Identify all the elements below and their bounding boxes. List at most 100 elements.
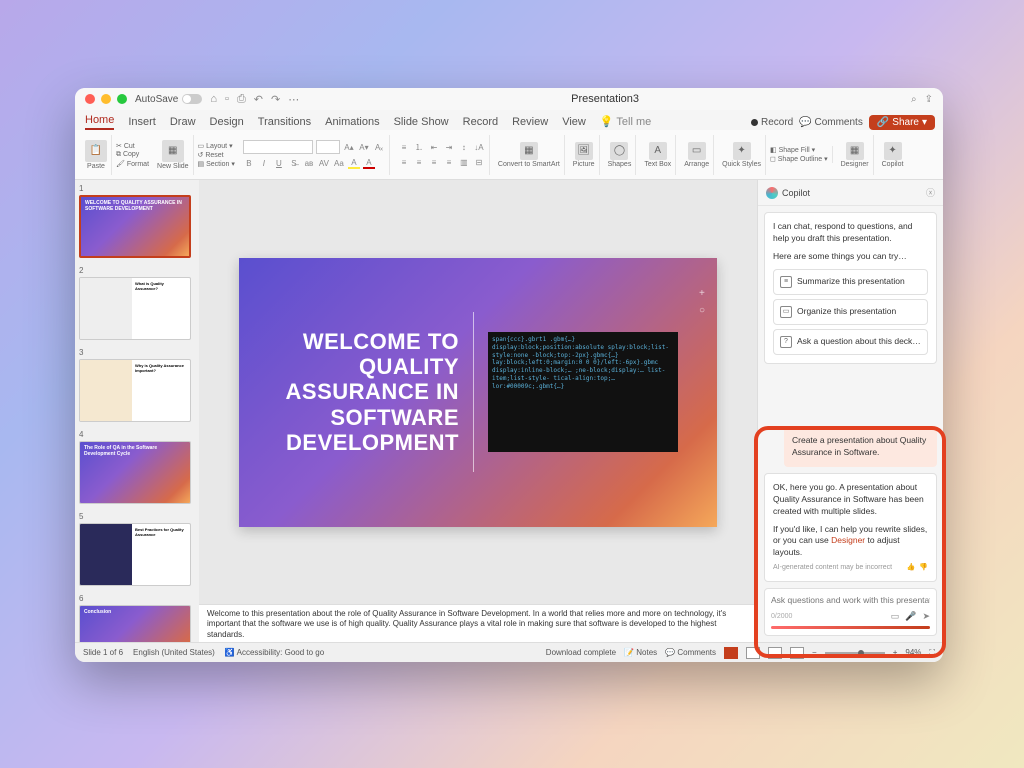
underline-icon[interactable]: U (273, 157, 285, 169)
thumbnail-slide-1[interactable]: WELCOME TO QUALITY ASSURANCE IN SOFTWARE… (79, 195, 191, 258)
copilot-close-icon[interactable]: ⓧ (926, 186, 935, 199)
copy-button[interactable]: ⧉ Copy (116, 151, 149, 159)
copilot-suggest-organize[interactable]: ▭Organize this presentation (773, 299, 928, 325)
indent-inc-icon[interactable]: ⇥ (443, 141, 455, 153)
bold-icon[interactable]: B (243, 157, 255, 169)
align-center-icon[interactable]: ≡ (413, 156, 425, 168)
fit-window-icon[interactable]: ⛶ (929, 648, 935, 658)
case-icon[interactable]: Aa (333, 157, 345, 169)
tab-draw[interactable]: Draw (170, 116, 196, 130)
thumbs-up-icon[interactable]: 👍 (907, 563, 916, 573)
tab-insert[interactable]: Insert (128, 116, 156, 130)
comments-button[interactable]: 💬 Comments (799, 117, 863, 128)
slide-code-image[interactable]: span{ccc}.gbrt1 .gbm{…} display:block;po… (488, 332, 678, 452)
copilot-suggest-ask[interactable]: ?Ask a question about this deck… (773, 329, 928, 355)
normal-view-icon[interactable] (724, 647, 738, 659)
thumbnail-slide-3[interactable]: Why is Quality Assurance Important? (79, 359, 191, 422)
smartart-icon[interactable]: ▦ (520, 142, 538, 160)
section-button[interactable]: ▤ Section ▾ (198, 160, 235, 168)
tab-design[interactable]: Design (210, 116, 244, 130)
language-status[interactable]: English (United States) (133, 648, 215, 657)
cut-button[interactable]: ✂ Cut (116, 142, 149, 150)
copilot-suggest-summarize[interactable]: ≡Summarize this presentation (773, 269, 928, 295)
autosave-toggle[interactable] (182, 94, 202, 104)
italic-icon[interactable]: I (258, 157, 270, 169)
copilot-icon[interactable]: ✦ (884, 142, 902, 160)
comments-toggle[interactable]: 💬 Comments (665, 648, 716, 657)
zoom-slider[interactable] (825, 652, 885, 654)
bullets-icon[interactable]: ≡ (398, 141, 410, 153)
paste-icon[interactable]: 📋 (85, 140, 107, 162)
highlight-icon[interactable]: A (348, 157, 360, 169)
search-icon[interactable]: ⌕ (911, 94, 917, 105)
slide-title-text[interactable]: WELCOME TO QUALITY ASSURANCE IN SOFTWARE… (239, 329, 459, 455)
zoom-level[interactable]: 94% (905, 648, 921, 657)
slide-counter[interactable]: Slide 1 of 6 (83, 648, 123, 657)
maximize-window-button[interactable] (117, 94, 127, 104)
record-button[interactable]: Record (751, 117, 793, 128)
format-button[interactable]: 🖌 Format (116, 160, 149, 168)
tab-slideshow[interactable]: Slide Show (394, 116, 449, 130)
copilot-mic-icon[interactable]: 🎤 (905, 611, 916, 622)
columns-icon[interactable]: ▥ (458, 156, 470, 168)
align-right-icon[interactable]: ≡ (428, 156, 440, 168)
notes-toggle[interactable]: 📝 Notes (624, 648, 657, 657)
thumbnail-slide-4[interactable]: The Role of QA in the Software Developme… (79, 441, 191, 504)
tab-record[interactable]: Record (463, 116, 498, 130)
justify-icon[interactable]: ≡ (443, 156, 455, 168)
numbering-icon[interactable]: ⒈ (413, 141, 425, 153)
indent-dec-icon[interactable]: ⇤ (428, 141, 440, 153)
add-element-icon[interactable]: + (699, 288, 705, 299)
designer-icon[interactable]: ▦ (846, 142, 864, 160)
reset-button[interactable]: ↺ Reset (198, 151, 235, 159)
thumbnail-slide-5[interactable]: Best Practices for Quality Assurance (79, 523, 191, 586)
thumbnail-slide-6[interactable]: Conclusion (79, 605, 191, 642)
textbox-icon[interactable]: A (649, 142, 667, 160)
tab-transitions[interactable]: Transitions (258, 116, 311, 130)
copilot-send-icon[interactable]: ➤ (922, 611, 930, 622)
undo-icon[interactable]: ↶ (254, 93, 263, 106)
designer-link[interactable]: Designer (831, 535, 865, 545)
strike-icon[interactable]: S̶ (288, 157, 300, 169)
shapes-icon[interactable]: ◯ (610, 142, 628, 160)
thumbs-down-icon[interactable]: 👎 (919, 563, 928, 573)
decrease-font-icon[interactable]: A▾ (358, 141, 370, 153)
tab-review[interactable]: Review (512, 116, 548, 130)
arrange-icon[interactable]: ▭ (688, 142, 706, 160)
redo-icon[interactable]: ↷ (271, 93, 280, 106)
share-icon[interactable]: ⇪ (925, 94, 933, 105)
picture-icon[interactable]: 🖼 (575, 142, 593, 160)
tab-animations[interactable]: Animations (325, 116, 379, 130)
new-slide-icon[interactable]: ▦ (162, 140, 184, 162)
current-slide[interactable]: WELCOME TO QUALITY ASSURANCE IN SOFTWARE… (239, 258, 717, 527)
text-direction-icon[interactable]: ↓A (473, 141, 485, 153)
home-icon[interactable]: ⌂ (210, 93, 217, 106)
shadow-icon[interactable]: aʙ (303, 157, 315, 169)
increase-font-icon[interactable]: A▴ (343, 141, 355, 153)
print-icon[interactable]: ⎙ (237, 93, 246, 106)
share-button[interactable]: 🔗 Share ▾ (869, 115, 935, 130)
font-color-icon[interactable]: A (363, 157, 375, 169)
tab-view[interactable]: View (562, 116, 586, 130)
copilot-attach-icon[interactable]: ▭ (891, 611, 900, 622)
shape-fill-button[interactable]: ◧ Shape Fill ▾ (770, 146, 828, 154)
zoom-in-icon[interactable]: + (893, 648, 898, 657)
spacing-icon[interactable]: AV (318, 157, 330, 169)
clear-format-icon[interactable]: Aₓ (373, 141, 385, 153)
speaker-notes[interactable]: Welcome to this presentation about the r… (199, 604, 757, 642)
align-text-icon[interactable]: ⊟ (473, 156, 485, 168)
close-window-button[interactable] (85, 94, 95, 104)
slideshow-view-icon[interactable] (790, 647, 804, 659)
element-options-icon[interactable]: ○ (699, 305, 705, 316)
layout-button[interactable]: ▭ Layout ▾ (198, 142, 235, 150)
save-icon[interactable]: ▫ (225, 93, 229, 106)
zoom-out-icon[interactable]: − (812, 648, 817, 657)
copilot-input[interactable] (771, 595, 930, 605)
tab-home[interactable]: Home (85, 114, 114, 130)
more-icon[interactable]: ⋯ (288, 93, 299, 106)
align-left-icon[interactable]: ≡ (398, 156, 410, 168)
sorter-view-icon[interactable] (746, 647, 760, 659)
reading-view-icon[interactable] (768, 647, 782, 659)
quickstyles-icon[interactable]: ✦ (733, 142, 751, 160)
tab-tellme[interactable]: 💡 Tell me (600, 115, 651, 130)
